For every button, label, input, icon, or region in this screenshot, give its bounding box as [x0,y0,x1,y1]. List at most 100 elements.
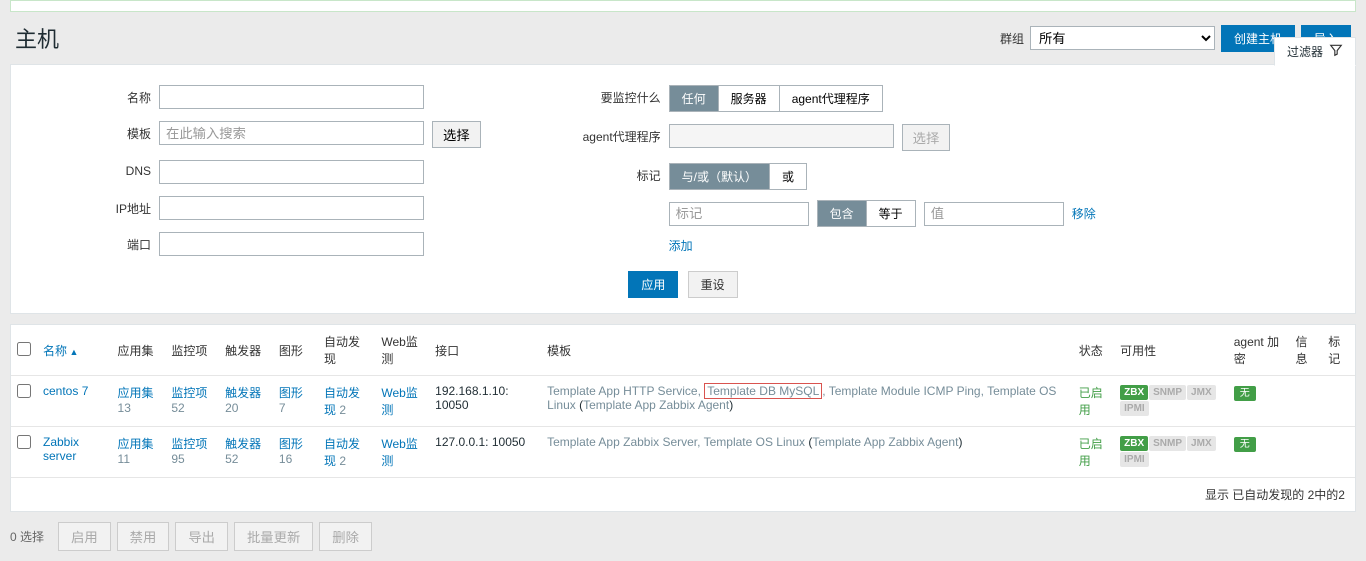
triggers-link[interactable]: 触发器 [225,437,261,451]
col-triggers: 触发器 [219,325,273,376]
tag-op-group: 包含 等于 [817,200,916,227]
col-graphs: 图形 [273,325,318,376]
filter-tab[interactable]: 过滤器 [1274,37,1356,66]
items-link[interactable]: 监控项 [171,386,207,400]
tag-mode-or-button[interactable]: 或 [770,164,806,189]
monitored-label: 要监控什么 [561,85,661,106]
table-row: Zabbix server 应用集 11 监控项 95 触发器 52 图形 16… [11,427,1355,478]
ip-label: IP地址 [51,196,151,217]
agent-proxy-label: agent代理程序 [561,124,661,145]
bulk-massupdate-button[interactable]: 批量更新 [234,522,313,551]
ip-input[interactable] [159,196,424,220]
ipmi-badge: IPMI [1120,401,1149,416]
filter-tab-label: 过滤器 [1287,43,1323,60]
monitored-any-button[interactable]: 任何 [670,86,719,111]
page-header: 主机 群组 所有 创建主机 导入 [0,17,1366,64]
encrypt-badge: 无 [1234,437,1256,452]
col-discovery: 自动发现 [318,325,375,376]
host-name-link[interactable]: Zabbix server [43,435,79,463]
templates-cell: Template App HTTP Service, Template DB M… [541,376,1073,427]
dns-input[interactable] [159,160,424,184]
apps-link[interactable]: 应用集 [118,437,154,451]
col-info: 信息 [1290,325,1323,376]
jmx-badge: JMX [1187,385,1216,400]
filter-form: 名称 模板 选择 DNS IP地址 端口 要 [11,65,1355,271]
snmp-badge: SNMP [1149,436,1186,451]
col-name[interactable]: 名称 [43,344,78,358]
graphs-link[interactable]: 图形 [279,386,303,400]
graphs-link[interactable]: 图形 [279,437,303,451]
selected-count: 0 选择 [10,528,44,545]
monitored-proxy-button[interactable]: agent代理程序 [780,86,882,111]
hosts-table-wrap: 名称 应用集 监控项 触发器 图形 自动发现 Web监测 接口 模板 状态 可用… [10,324,1356,512]
tag-value-input[interactable] [924,202,1064,226]
row-checkbox[interactable] [17,384,31,398]
bulk-actions: 0 选择 启用 禁用 导出 批量更新 删除 [0,512,1366,561]
name-label: 名称 [51,85,151,106]
tag-add-link[interactable]: 添加 [669,239,693,253]
group-label: 群组 [1000,30,1024,47]
items-link[interactable]: 监控项 [171,437,207,451]
template-label: 模板 [51,121,151,142]
apply-button[interactable]: 应用 [628,271,678,298]
apps-link[interactable]: 应用集 [118,386,154,400]
encrypt-badge: 无 [1234,386,1256,401]
col-templates: 模板 [541,325,1073,376]
row-checkbox[interactable] [17,435,31,449]
reset-button[interactable]: 重设 [688,271,738,298]
template-select-button[interactable]: 选择 [432,121,481,148]
zbx-badge: ZBX [1120,385,1148,400]
hosts-table: 名称 应用集 监控项 触发器 图形 自动发现 Web监测 接口 模板 状态 可用… [11,325,1355,478]
monitored-server-button[interactable]: 服务器 [719,86,780,111]
tag-mode-andor-button[interactable]: 与/或（默认） [670,164,770,189]
col-encrypt: agent 加密 [1228,325,1290,376]
port-input[interactable] [159,232,424,256]
filter-panel: 过滤器 名称 模板 选择 DNS IP地址 [10,64,1356,314]
monitored-radio-group: 任何 服务器 agent代理程序 [669,85,883,112]
bulk-enable-button[interactable]: 启用 [58,522,111,551]
tag-remove-link[interactable]: 移除 [1072,205,1096,222]
tag-contains-button[interactable]: 包含 [818,201,867,226]
bulk-export-button[interactable]: 导出 [175,522,228,551]
web-link[interactable]: Web监测 [381,437,417,468]
success-banner [10,0,1356,12]
group-select[interactable]: 所有 [1030,26,1215,50]
templates-cell: Template App Zabbix Server, Template OS … [541,427,1073,478]
status-link[interactable]: 已启用 [1079,437,1103,468]
col-interface: 接口 [429,325,541,376]
bulk-delete-button[interactable]: 删除 [319,522,372,551]
jmx-badge: JMX [1187,436,1216,451]
template-link: Template App Zabbix Server, Template OS … [547,435,805,449]
tag-equals-button[interactable]: 等于 [867,201,915,226]
filter-icon [1329,43,1343,60]
table-row: centos 7 应用集 13 监控项 52 触发器 20 图形 7 自动发现 … [11,376,1355,427]
tags-label: 标记 [561,163,661,184]
filter-actions: 应用 重设 [11,271,1355,313]
interface-cell: 192.168.1.10: 10050 [429,376,541,427]
table-footer: 显示 已自动发现的 2中的2 [11,478,1355,511]
template-input[interactable] [159,121,424,145]
col-items: 监控项 [165,325,219,376]
interface-cell: 127.0.0.1: 10050 [429,427,541,478]
col-status: 状态 [1073,325,1114,376]
dns-label: DNS [51,160,151,178]
select-all-checkbox[interactable] [17,342,31,356]
tag-mode-group: 与/或（默认） 或 [669,163,807,190]
col-availability: 可用性 [1114,325,1228,376]
col-apps: 应用集 [112,325,166,376]
bulk-disable-button[interactable]: 禁用 [117,522,170,551]
tag-name-input[interactable] [669,202,809,226]
name-input[interactable] [159,85,424,109]
ipmi-badge: IPMI [1120,452,1149,467]
availability-cell: ZBXSNMPJMXIPMI [1114,376,1228,427]
agent-proxy-input [669,124,894,148]
status-link[interactable]: 已启用 [1079,386,1103,417]
highlighted-template[interactable]: Template DB MySQL [704,383,822,399]
port-label: 端口 [51,232,151,253]
agent-proxy-select-button: 选择 [902,124,951,151]
triggers-link[interactable]: 触发器 [225,386,261,400]
col-tags: 标记 [1322,325,1355,376]
host-name-link[interactable]: centos 7 [43,384,88,398]
web-link[interactable]: Web监测 [381,386,417,417]
zbx-badge: ZBX [1120,436,1148,451]
